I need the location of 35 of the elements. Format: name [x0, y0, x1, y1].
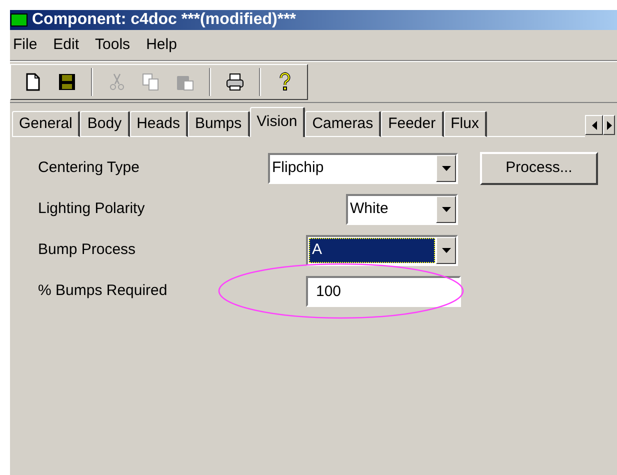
process-button[interactable]: Process... [480, 152, 598, 185]
caret-down-icon [442, 207, 450, 212]
tab[interactable]: Feeder [381, 111, 444, 137]
caret-down-icon [442, 248, 450, 253]
tab[interactable]: Body [80, 111, 130, 137]
input-field[interactable]: 100 [306, 276, 461, 307]
scroll-left-button[interactable] [585, 115, 603, 135]
caret-down-icon [442, 166, 450, 171]
scroll-right-button[interactable] [603, 115, 615, 135]
field-label: Bump Process [38, 240, 137, 260]
caret-right-icon [606, 120, 612, 130]
chip-icon [10, 13, 28, 27]
dropdown[interactable]: Flipchip [268, 153, 458, 184]
dropdown-arrow-button[interactable] [436, 196, 456, 223]
field-label: Centering Type [38, 158, 140, 178]
menu-item[interactable]: Tools [95, 34, 130, 56]
window-title: Component: c4doc ***(modified)*** [32, 12, 296, 28]
dropdown[interactable]: A [306, 235, 458, 266]
menu-item[interactable]: Edit [53, 34, 80, 56]
dropdown-arrow-button[interactable] [436, 155, 456, 182]
tab[interactable]: Flux [444, 111, 487, 137]
tab[interactable]: Heads [130, 111, 188, 137]
dropdown-arrow-button[interactable] [436, 237, 456, 264]
tab[interactable]: General [12, 111, 80, 137]
menu-item[interactable]: File [13, 34, 38, 56]
field-label: % Bumps Required [38, 281, 168, 302]
dropdown[interactable]: White [346, 194, 458, 225]
tab[interactable]: Bumps [188, 111, 250, 137]
menu-item[interactable]: Help [146, 34, 177, 56]
field-label: Lighting Polarity [38, 199, 146, 220]
printer-icon[interactable] [225, 72, 245, 92]
tab[interactable]: Cameras [305, 111, 382, 137]
caret-left-icon [592, 120, 596, 130]
save-icon[interactable] [57, 72, 77, 92]
tab[interactable]: Vision [250, 107, 306, 137]
